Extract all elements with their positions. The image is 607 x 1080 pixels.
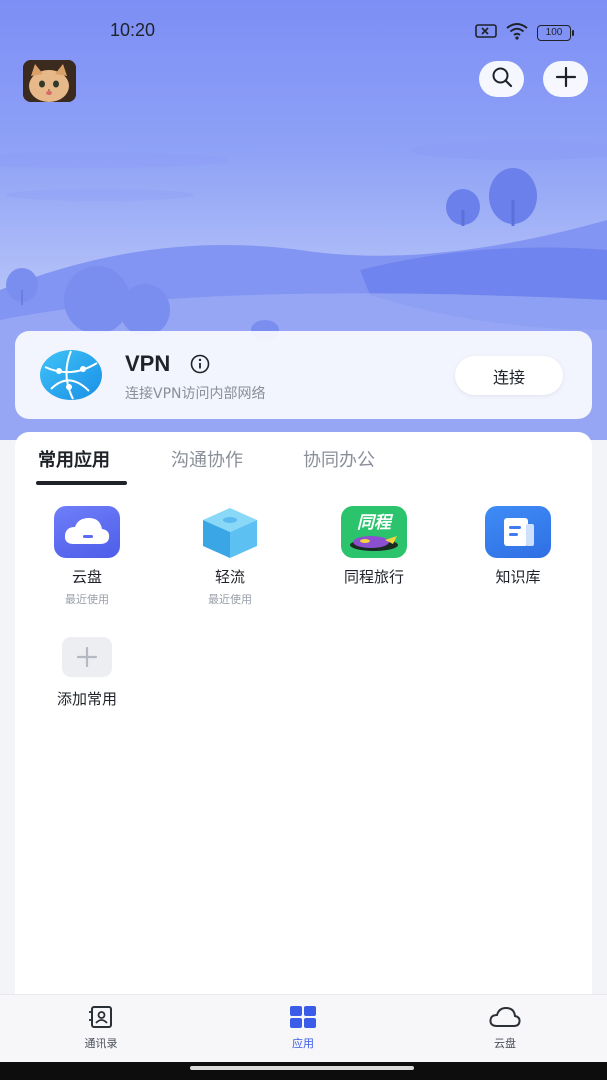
battery-icon: 100: [537, 25, 574, 41]
app-name: 知识库: [495, 568, 541, 586]
app-name: 云盘: [71, 568, 102, 586]
sim-card-icon: [475, 23, 497, 43]
status-icons: 100: [475, 22, 574, 44]
app-name: 轻流: [214, 568, 245, 586]
nav-label: 通讯录: [84, 1037, 118, 1050]
avatar[interactable]: [23, 60, 76, 102]
app-qingliu[interactable]: 轻流 最近使用: [165, 506, 295, 607]
apps-panel: 常用应用 沟通协作 协同办公 云盘 最近使用 轻流 最近使用 同程 同程旅行 知…: [15, 432, 592, 1002]
tab-common-apps[interactable]: 常用应用: [38, 446, 110, 472]
tongcheng-travel-icon: 同程: [341, 506, 407, 558]
qingliu-cube-icon: [197, 506, 263, 558]
bottom-nav: 通讯录 应用 云盘: [0, 994, 607, 1062]
app-tongcheng-travel[interactable]: 同程 同程旅行: [309, 506, 439, 587]
tab-collaboration[interactable]: 协同办公: [303, 446, 375, 472]
wifi-icon: [505, 22, 529, 44]
nav-label: 云盘: [494, 1037, 516, 1050]
status-time: 10:20: [110, 20, 156, 40]
tab-communication[interactable]: 沟通协作: [171, 446, 243, 472]
system-nav-strip: [0, 1062, 607, 1080]
add-common-app-button[interactable]: 添加常用: [22, 637, 152, 709]
connect-button[interactable]: 连接: [455, 356, 563, 395]
nav-contacts[interactable]: 通讯录: [41, 1005, 161, 1051]
knowledge-base-icon: [485, 506, 551, 558]
vpn-card: VPN 连接VPN访问内部网络 连接: [15, 331, 592, 419]
info-icon[interactable]: [190, 354, 210, 378]
nav-apps[interactable]: 应用: [243, 1005, 363, 1051]
category-tabs: 常用应用 沟通协作 协同办公: [15, 432, 592, 488]
plus-icon: [62, 637, 112, 677]
search-icon: [491, 66, 513, 92]
add-button[interactable]: [543, 61, 588, 97]
app-name: 同程旅行: [343, 568, 404, 586]
contacts-icon: [87, 1006, 115, 1033]
vpn-subtitle: 连接VPN访问内部网络: [125, 386, 266, 402]
nav-label: 应用: [292, 1037, 314, 1050]
nav-cloud-disk[interactable]: 云盘: [445, 1005, 565, 1051]
apps-grid-icon: [289, 1006, 317, 1033]
search-button[interactable]: [479, 61, 524, 97]
app-cloud-disk[interactable]: 云盘 最近使用: [22, 506, 152, 607]
vpn-title: VPN: [125, 351, 171, 376]
app-recent-label: 最近使用: [208, 593, 252, 606]
status-bar: 10:20 100: [0, 0, 607, 60]
app-knowledge-base[interactable]: 知识库: [453, 506, 583, 587]
globe-icon: [39, 349, 103, 405]
plus-icon: [555, 66, 577, 92]
add-common-label: 添加常用: [56, 690, 117, 708]
app-recent-label: 最近使用: [65, 593, 109, 606]
cloud-disk-icon: [54, 506, 120, 558]
cloud-icon: [488, 1006, 522, 1033]
active-tab-indicator: [36, 481, 127, 485]
home-indicator[interactable]: [190, 1066, 414, 1070]
